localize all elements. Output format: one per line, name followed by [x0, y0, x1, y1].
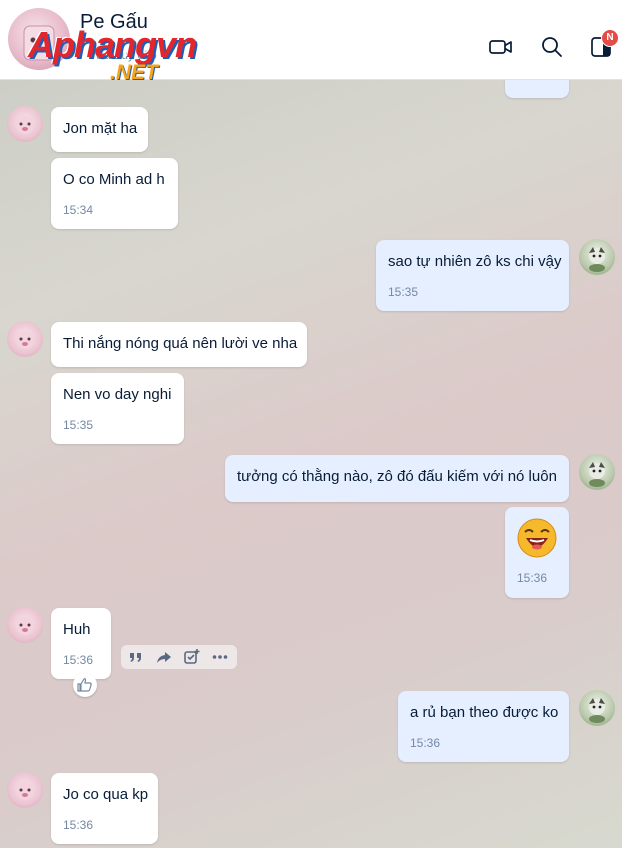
- avatar[interactable]: [579, 454, 615, 490]
- avatar[interactable]: [7, 106, 43, 142]
- message-action-bar: [121, 645, 237, 669]
- message-time: 15:36: [517, 571, 548, 585]
- user-avatar-icon: [589, 247, 605, 272]
- avatar[interactable]: [7, 772, 43, 808]
- contact-name[interactable]: Pe Gấu: [80, 11, 148, 34]
- contact-avatar-icon: [16, 617, 34, 635]
- contact-status: Vừa truy cập: [88, 48, 157, 62]
- avatar[interactable]: [579, 239, 615, 275]
- laughing-emoji-icon: [517, 518, 557, 558]
- contact-avatar-icon: [16, 116, 34, 134]
- more-icon[interactable]: [211, 648, 229, 666]
- message-text: O co Minh ad h: [63, 171, 165, 188]
- thumbs-up-icon: [77, 678, 92, 692]
- quote-icon[interactable]: [127, 648, 145, 666]
- message-bubble[interactable]: O co Minh ad h 15:34: [51, 158, 178, 229]
- avatar[interactable]: [579, 690, 615, 726]
- message-time: 15:36: [63, 818, 94, 832]
- message-text: sao tự nhiên zô ks chi vậy: [388, 253, 562, 270]
- message-bubble[interactable]: Nen vo day nghi 15:35: [51, 373, 184, 444]
- message-time: 15:36: [63, 653, 94, 667]
- message-text: Nen vo day nghi: [63, 386, 172, 403]
- message-text: a rủ bạn theo được ko: [410, 704, 559, 721]
- message-bubble[interactable]: tưởng có thằng nào, zô đó đấu kiếm với n…: [225, 455, 569, 502]
- search-icon[interactable]: [539, 34, 565, 60]
- contact-avatar-icon: [23, 25, 55, 61]
- message-bubble[interactable]: Thi nắng nóng quá nên lười ve nha: [51, 322, 307, 367]
- video-call-icon[interactable]: [488, 34, 514, 60]
- message-text: Huh: [63, 621, 91, 638]
- message-time: 15:34: [63, 203, 94, 217]
- react-button[interactable]: [73, 673, 97, 697]
- forward-icon[interactable]: [155, 648, 173, 666]
- message-text: Jo co qua kp: [63, 786, 149, 803]
- contact-avatar[interactable]: [8, 8, 70, 70]
- notification-badge: N: [601, 29, 619, 47]
- contact-avatar-icon: [16, 331, 34, 349]
- message-text: Jon mặt ha: [63, 120, 138, 137]
- user-avatar-icon: [589, 462, 605, 487]
- add-task-icon[interactable]: [183, 648, 201, 666]
- message-time: 15:35: [63, 418, 94, 432]
- user-avatar-icon: [589, 698, 605, 723]
- avatar[interactable]: [7, 321, 43, 357]
- message-text: tưởng có thằng nào, zô đó đấu kiếm với n…: [237, 468, 557, 485]
- contact-avatar-icon: [16, 782, 34, 800]
- message-time: 15:35: [388, 285, 419, 299]
- message-bubble[interactable]: Huh 15:36: [51, 608, 111, 679]
- chat-header: Pe Gấu Vừa truy cập N: [0, 0, 622, 80]
- message-text: Thi nắng nóng quá nên lười ve nha: [63, 335, 298, 352]
- message-bubble[interactable]: sao tự nhiên zô ks chi vậy 15:35: [376, 240, 569, 311]
- message-bubble[interactable]: a rủ bạn theo được ko 15:36: [398, 691, 569, 762]
- avatar[interactable]: [7, 607, 43, 643]
- message-bubble[interactable]: Jo co qua kp 15:36: [51, 773, 158, 844]
- message-time: 15:36: [410, 736, 441, 750]
- message-bubble[interactable]: Jon mặt ha: [51, 107, 148, 152]
